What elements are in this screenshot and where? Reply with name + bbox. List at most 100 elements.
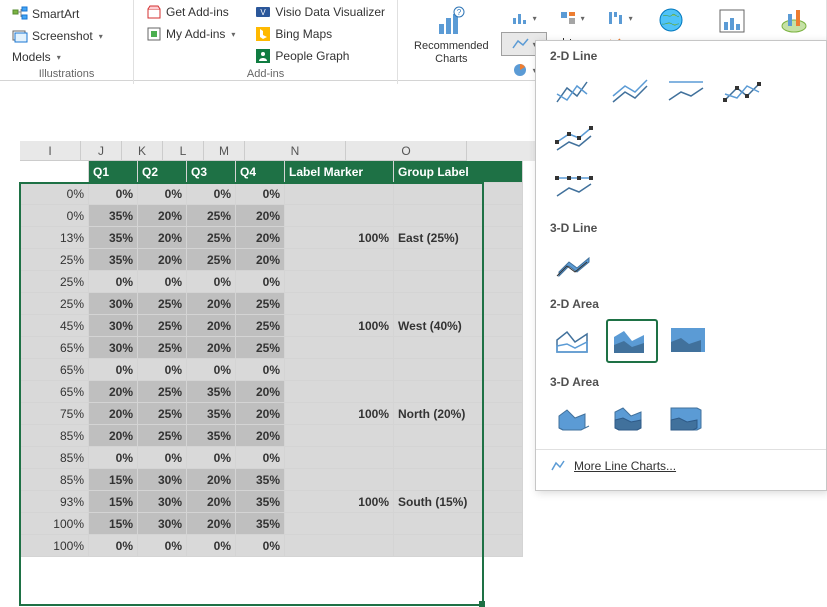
- cell[interactable]: 0%: [20, 183, 89, 205]
- cell[interactable]: West (40%): [394, 315, 523, 337]
- cell[interactable]: [394, 469, 523, 491]
- cell[interactable]: [285, 425, 394, 447]
- cell[interactable]: 30%: [138, 469, 187, 491]
- cell[interactable]: [285, 249, 394, 271]
- cell[interactable]: [394, 183, 523, 205]
- 100-stacked-line-option[interactable]: [662, 71, 712, 113]
- cell[interactable]: 0%: [89, 447, 138, 469]
- cell[interactable]: [394, 249, 523, 271]
- cell[interactable]: 25%: [20, 271, 89, 293]
- cell[interactable]: 0%: [138, 535, 187, 557]
- cell[interactable]: 100%: [20, 535, 89, 557]
- cell[interactable]: [285, 535, 394, 557]
- cell[interactable]: 20%: [187, 315, 236, 337]
- cell[interactable]: 25%: [187, 227, 236, 249]
- cell[interactable]: 0%: [236, 535, 285, 557]
- cell[interactable]: 0%: [138, 271, 187, 293]
- more-line-charts-button[interactable]: More Line Charts...: [536, 449, 826, 482]
- area-option[interactable]: [550, 319, 600, 361]
- cell[interactable]: [394, 205, 523, 227]
- screenshot-button[interactable]: Screenshot▾: [8, 26, 125, 46]
- cell[interactable]: 0%: [89, 183, 138, 205]
- cell[interactable]: 20%: [187, 513, 236, 535]
- cell[interactable]: [285, 513, 394, 535]
- visio-button[interactable]: VVisio Data Visualizer: [251, 2, 389, 22]
- cell[interactable]: 25%: [20, 293, 89, 315]
- cell[interactable]: 25%: [236, 337, 285, 359]
- cell[interactable]: 25%: [20, 249, 89, 271]
- cell[interactable]: 0%: [138, 183, 187, 205]
- cell[interactable]: 25%: [138, 403, 187, 425]
- 3d-line-option[interactable]: [550, 243, 600, 285]
- cell[interactable]: 35%: [89, 249, 138, 271]
- cell[interactable]: 20%: [138, 205, 187, 227]
- cell[interactable]: 0%: [236, 359, 285, 381]
- stacked-area-option[interactable]: [606, 319, 658, 363]
- cell[interactable]: 30%: [89, 293, 138, 315]
- cell[interactable]: 85%: [20, 447, 89, 469]
- cell[interactable]: 20%: [187, 337, 236, 359]
- cell[interactable]: 30%: [138, 491, 187, 513]
- cell[interactable]: 100%: [285, 403, 394, 425]
- waterfall-chart-button[interactable]: ▾: [597, 6, 643, 30]
- cell[interactable]: 25%: [138, 337, 187, 359]
- cell[interactable]: [394, 271, 523, 293]
- cell[interactable]: [285, 183, 394, 205]
- cell[interactable]: 30%: [89, 337, 138, 359]
- cell[interactable]: 0%: [236, 447, 285, 469]
- cell[interactable]: 25%: [236, 293, 285, 315]
- cell[interactable]: 20%: [89, 403, 138, 425]
- cell[interactable]: 25%: [187, 205, 236, 227]
- bing-maps-button[interactable]: Bing Maps: [251, 24, 389, 44]
- selection-handle[interactable]: [479, 601, 485, 607]
- cell[interactable]: 100%: [20, 513, 89, 535]
- cell[interactable]: 25%: [187, 249, 236, 271]
- header-group-label[interactable]: Group Label: [394, 161, 523, 183]
- cell[interactable]: 75%: [20, 403, 89, 425]
- column-chart-button[interactable]: ▾: [501, 6, 547, 30]
- cell[interactable]: 20%: [236, 381, 285, 403]
- cell[interactable]: [285, 293, 394, 315]
- cell[interactable]: 0%: [236, 183, 285, 205]
- cell[interactable]: South (15%): [394, 491, 523, 513]
- cell[interactable]: [285, 205, 394, 227]
- cell[interactable]: [285, 447, 394, 469]
- col-header-m[interactable]: M: [204, 141, 245, 161]
- header-q1[interactable]: Q1: [89, 161, 138, 183]
- cell[interactable]: 35%: [236, 513, 285, 535]
- 100-stacked-area-option[interactable]: [664, 319, 714, 361]
- cell[interactable]: 35%: [236, 491, 285, 513]
- line-markers-option[interactable]: [718, 71, 768, 113]
- cell[interactable]: [394, 535, 523, 557]
- 100-stacked-line-markers-option[interactable]: [550, 167, 600, 209]
- cell[interactable]: [394, 513, 523, 535]
- models-button[interactable]: Models▾: [8, 48, 125, 66]
- get-addins-button[interactable]: Get Add-ins: [142, 2, 239, 22]
- cell[interactable]: 85%: [20, 469, 89, 491]
- people-graph-button[interactable]: People Graph: [251, 46, 389, 66]
- cell[interactable]: 25%: [138, 425, 187, 447]
- cell[interactable]: 0%: [138, 359, 187, 381]
- smartart-button[interactable]: SmartArt: [8, 4, 125, 24]
- cell[interactable]: East (25%): [394, 227, 523, 249]
- cell[interactable]: 100%: [285, 491, 394, 513]
- cell[interactable]: 35%: [187, 403, 236, 425]
- cell[interactable]: [20, 161, 89, 183]
- cell[interactable]: 65%: [20, 337, 89, 359]
- header-q4[interactable]: Q4: [236, 161, 285, 183]
- cell[interactable]: 35%: [236, 469, 285, 491]
- cell[interactable]: 25%: [138, 315, 187, 337]
- col-header-k[interactable]: K: [122, 141, 163, 161]
- cell[interactable]: 20%: [187, 469, 236, 491]
- cell[interactable]: 30%: [138, 513, 187, 535]
- cell[interactable]: 13%: [20, 227, 89, 249]
- cell[interactable]: [285, 359, 394, 381]
- cell[interactable]: [394, 337, 523, 359]
- cell[interactable]: [394, 447, 523, 469]
- cell[interactable]: 0%: [20, 205, 89, 227]
- cell[interactable]: 0%: [138, 447, 187, 469]
- cell[interactable]: 20%: [138, 227, 187, 249]
- cell[interactable]: 65%: [20, 381, 89, 403]
- cell[interactable]: 35%: [187, 425, 236, 447]
- cell[interactable]: [394, 425, 523, 447]
